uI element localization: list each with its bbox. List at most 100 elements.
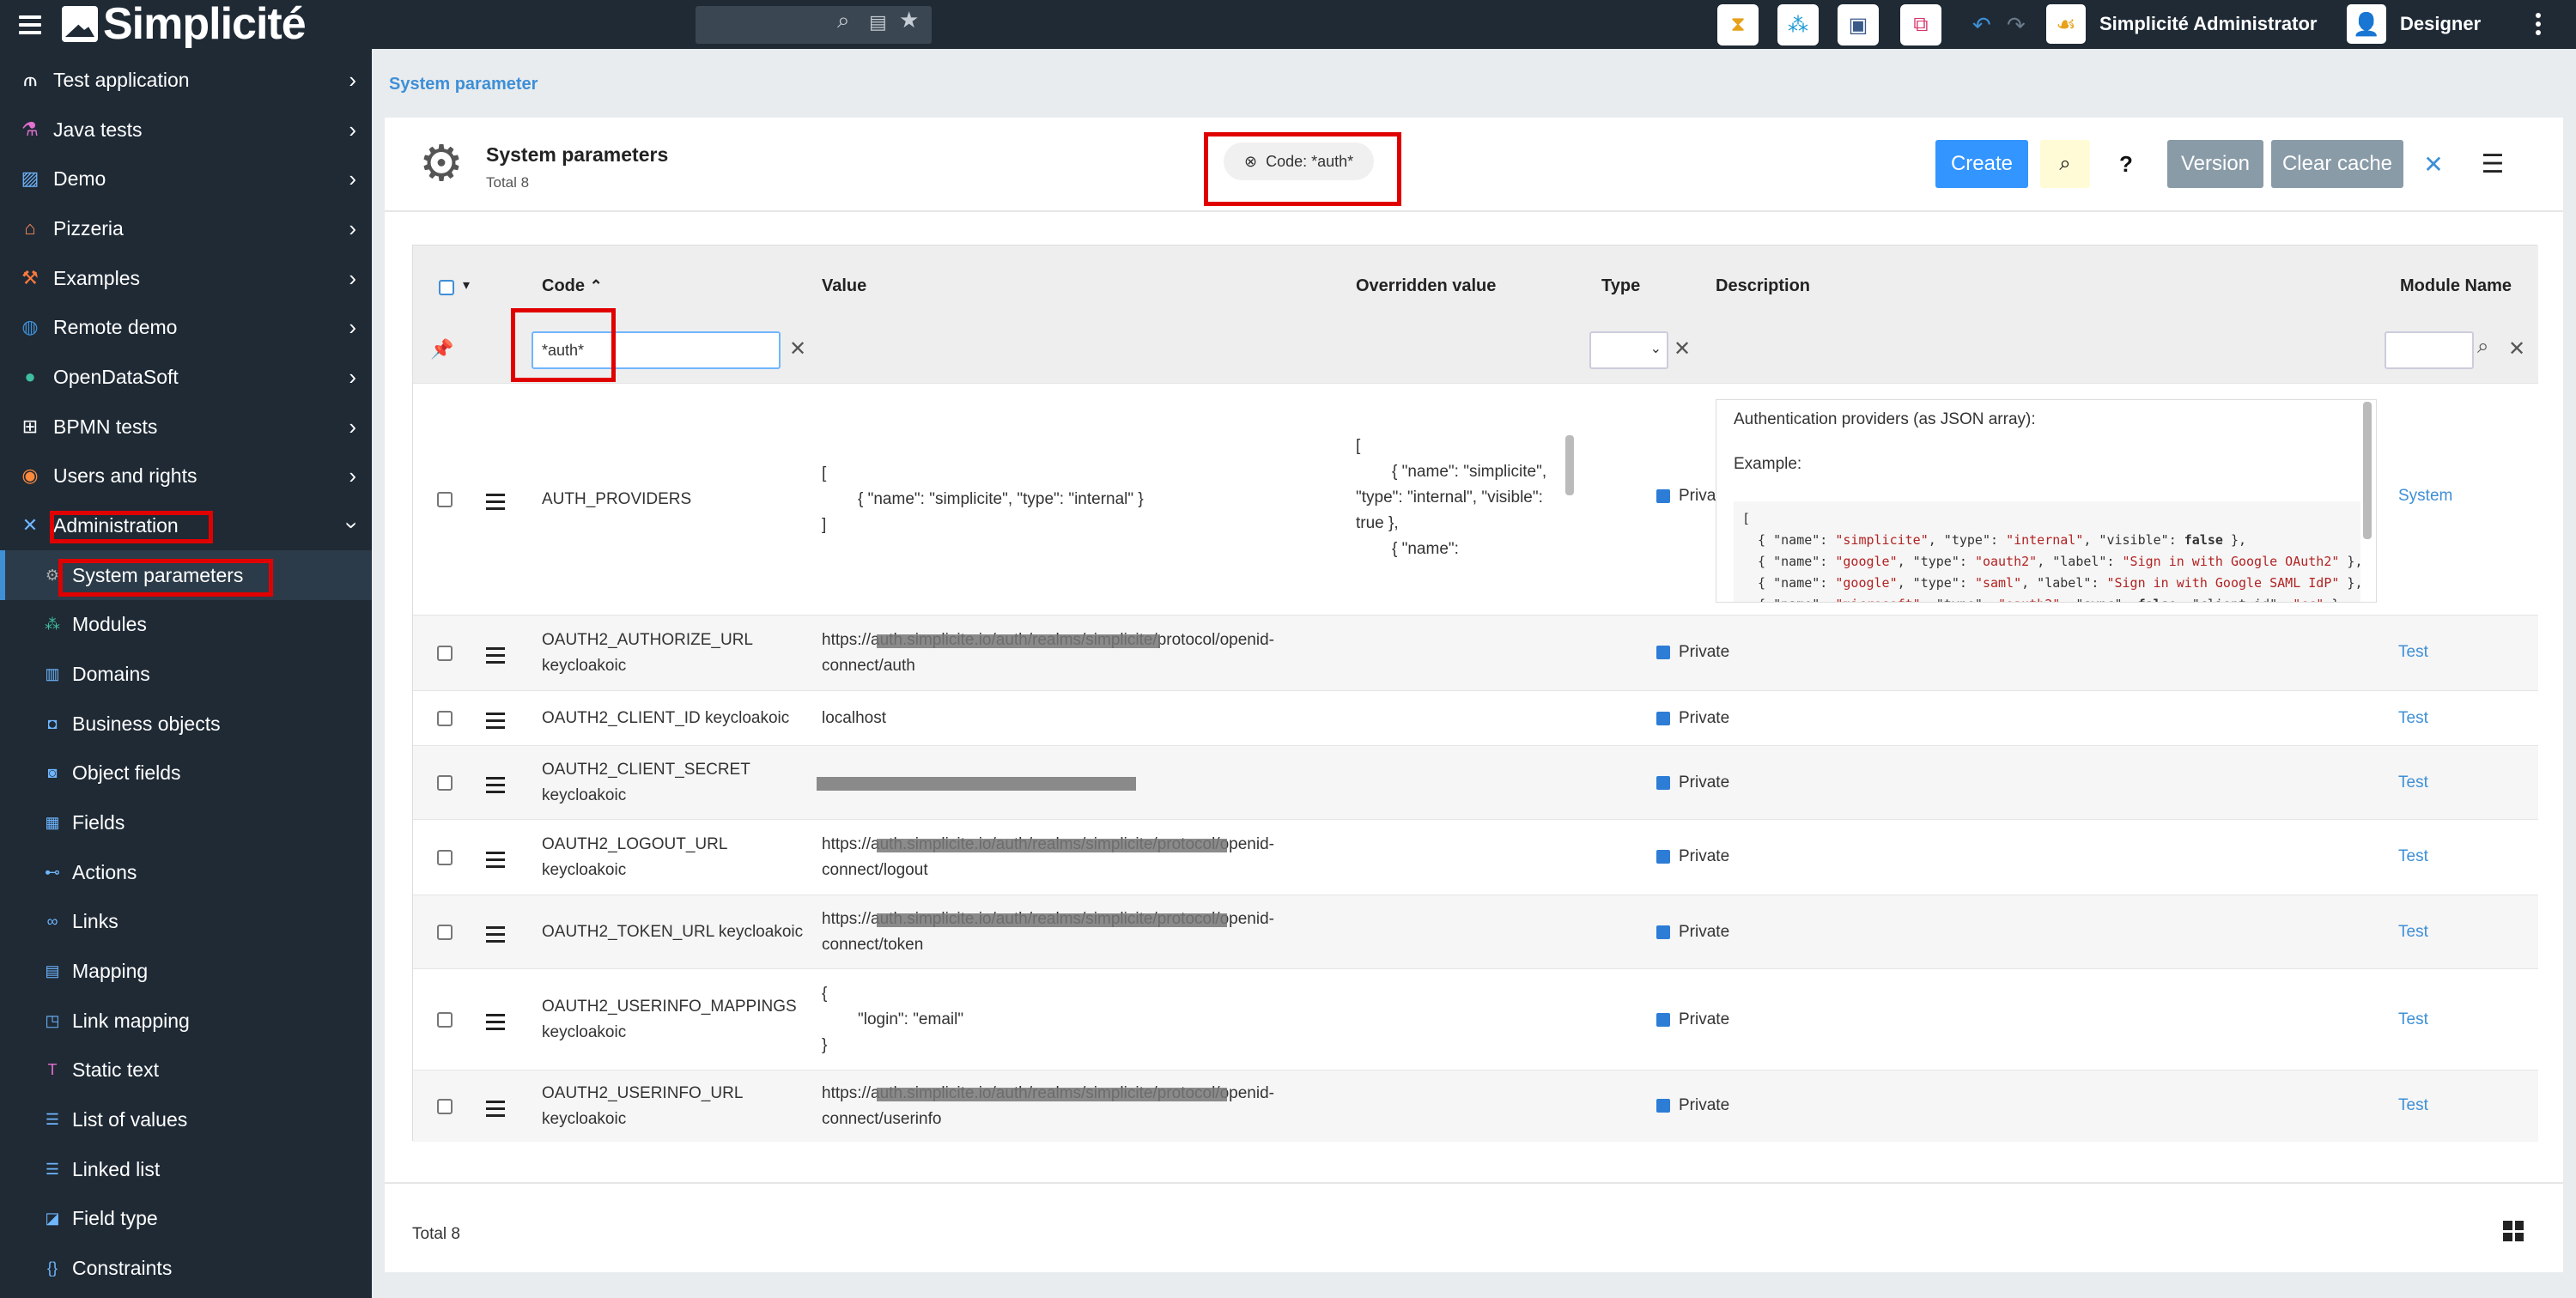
row-menu-icon[interactable] <box>486 926 505 947</box>
sidebar-item-users-and-rights[interactable]: ◉ Users and rights › <box>0 451 372 500</box>
select-dropdown-icon[interactable]: ▾ <box>463 276 470 294</box>
row-checkbox[interactable] <box>437 925 453 940</box>
undo-icon[interactable]: ↶ <box>1972 12 1991 39</box>
sidebar-item-bpmn-tests[interactable]: ⊞ BPMN tests › <box>0 402 372 452</box>
module-link[interactable]: Test <box>2398 1010 2428 1029</box>
sidebar-item-system-parameters[interactable]: ⚙ System parameters <box>0 550 372 600</box>
column-code[interactable]: Code ⌃ <box>542 276 603 296</box>
search-icon[interactable]: ⌕ <box>837 9 850 31</box>
row-checkbox[interactable] <box>437 1099 453 1114</box>
type-filter-select[interactable]: ⌄ <box>1589 331 1668 369</box>
description-scrollbar[interactable] <box>2363 402 2372 539</box>
sidebar-item-administration[interactable]: ✕ Administration › <box>0 500 372 550</box>
global-search-input[interactable] <box>696 6 932 44</box>
row-checkbox[interactable] <box>437 492 453 507</box>
star-icon[interactable]: ★ <box>899 9 919 31</box>
sidebar-item-fields[interactable]: ▦ Fields <box>0 798 372 847</box>
table-row[interactable]: AUTH_PROVIDERS [ { "name": "simplicite",… <box>413 383 2538 615</box>
row-checkbox[interactable] <box>437 711 453 726</box>
menu-toggle-icon[interactable] <box>19 15 41 34</box>
app-logo[interactable]: Simplicité <box>62 2 307 46</box>
column-type[interactable]: Type <box>1601 276 1640 296</box>
module-link[interactable]: Test <box>2398 773 2428 792</box>
calendar-icon[interactable]: ▤ <box>869 11 887 33</box>
diagram-app-icon[interactable]: ⧉ <box>1900 4 1941 45</box>
module-link[interactable]: Test <box>2398 709 2428 728</box>
sidebar-item-java-tests[interactable]: ⚗ Java tests › <box>0 105 372 155</box>
table-row[interactable]: OAUTH2_USERINFO_MAPPINGS keycloakoic {"lo… <box>413 968 2538 1070</box>
pin-icon[interactable]: 📌 <box>430 338 453 361</box>
breadcrumb[interactable]: System parameter <box>389 75 538 94</box>
sidebar-item-link-mapping[interactable]: ◳ Link mapping <box>0 996 372 1046</box>
clear-code-filter-icon[interactable]: ✕ <box>789 337 806 361</box>
clear-cache-button[interactable]: Clear cache <box>2271 140 2403 188</box>
sidebar-item-opendatasoft[interactable]: ● OpenDataSoft › <box>0 352 372 402</box>
user-menu[interactable]: ☙ Simplicité Administrator <box>2046 4 2317 44</box>
search-button[interactable]: ⌕ <box>2040 140 2090 188</box>
module-search-icon[interactable]: ⌕ <box>2477 335 2488 359</box>
clear-type-filter-icon[interactable]: ✕ <box>1674 337 1691 361</box>
sidebar-item-business-objects[interactable]: ◘ Business objects <box>0 699 372 749</box>
monitor-app-icon[interactable]: ▣ <box>1838 4 1879 45</box>
sidebar-item-object-fields[interactable]: ◙ Object fields <box>0 748 372 798</box>
version-button[interactable]: Version <box>2167 140 2263 188</box>
row-checkbox[interactable] <box>437 775 453 791</box>
table-row[interactable]: OAUTH2_USERINFO_URLkeycloakoic https://a… <box>413 1070 2538 1142</box>
row-checkbox[interactable] <box>437 646 453 661</box>
module-filter-input[interactable] <box>2385 331 2474 369</box>
module-link[interactable]: Test <box>2398 1096 2428 1115</box>
table-row[interactable]: OAUTH2_CLIENT_ID keycloakoic localhost P… <box>413 690 2538 745</box>
code-filter-input[interactable]: *auth* <box>532 331 781 369</box>
row-menu-icon[interactable] <box>486 852 505 872</box>
column-overridden-value[interactable]: Overridden value <box>1356 276 1496 296</box>
module-link[interactable]: Test <box>2398 643 2428 662</box>
filter-chip[interactable]: ⊗ Code: *auth* <box>1224 143 1375 180</box>
row-checkbox[interactable] <box>437 1012 453 1028</box>
row-menu-icon[interactable] <box>486 777 505 798</box>
hourglass-app-icon[interactable]: ⧗ <box>1717 4 1759 45</box>
create-button[interactable]: Create <box>1935 140 2028 188</box>
row-menu-icon[interactable] <box>486 494 505 514</box>
sidebar-item-modules[interactable]: ⁂ Modules <box>0 599 372 649</box>
table-row[interactable]: OAUTH2_TOKEN_URL keycloakoic https://aut… <box>413 895 2538 968</box>
sidebar-item-remote-demo[interactable]: ◍ Remote demo › <box>0 302 372 352</box>
select-all-checkbox[interactable] <box>439 280 454 295</box>
column-value[interactable]: Value <box>822 276 866 296</box>
sidebar-item-test-application[interactable]: ⫙ Test application › <box>0 55 372 105</box>
row-menu-icon[interactable] <box>486 647 505 668</box>
module-link[interactable]: Test <box>2398 923 2428 942</box>
clear-module-filter-icon[interactable]: ✕ <box>2508 337 2525 361</box>
table-row[interactable]: OAUTH2_LOGOUT_URLkeycloakoic https://aut… <box>413 819 2538 895</box>
sidebar-item-mapping[interactable]: ▤ Mapping <box>0 946 372 996</box>
table-row[interactable]: OAUTH2_CLIENT_SECRET keycloakoic Private … <box>413 745 2538 819</box>
sidebar-item-demo[interactable]: ▨ Demo › <box>0 154 372 203</box>
scrollbar[interactable] <box>1565 435 1574 495</box>
table-row[interactable]: OAUTH2_AUTHORIZE_URLkeycloakoic https://… <box>413 615 2538 690</box>
column-module-name[interactable]: Module Name <box>2400 276 2512 296</box>
molecule-app-icon[interactable]: ⁂ <box>1777 4 1819 45</box>
grid-view-icon[interactable] <box>2503 1221 2524 1241</box>
sidebar-item-pizzeria[interactable]: ⌂ Pizzeria › <box>0 203 372 253</box>
tools-icon[interactable]: ✕ <box>2412 140 2455 188</box>
sidebar-item-constraints[interactable]: {} Constraints <box>0 1243 372 1293</box>
sidebar-item-field-type[interactable]: ◪ Field type <box>0 1193 372 1243</box>
sidebar-item-list-of-values[interactable]: ☰ List of values <box>0 1095 372 1144</box>
remove-filter-icon[interactable]: ⊗ <box>1244 153 1257 171</box>
module-link[interactable]: System <box>2398 487 2452 506</box>
sidebar-item-actions[interactable]: ⊷ Actions <box>0 847 372 897</box>
row-menu-icon[interactable] <box>486 1101 505 1121</box>
role-menu[interactable]: 👤 Designer <box>2347 4 2481 44</box>
module-link[interactable]: Test <box>2398 847 2428 866</box>
row-menu-icon[interactable] <box>486 713 505 733</box>
row-checkbox[interactable] <box>437 850 453 865</box>
column-description[interactable]: Description <box>1716 276 1810 296</box>
more-options-icon[interactable] <box>2536 13 2543 39</box>
redo-icon[interactable]: ↷ <box>2007 12 2026 39</box>
sidebar-item-linked-list[interactable]: ☰ Linked list <box>0 1144 372 1194</box>
list-menu-icon[interactable]: ☰ <box>2467 140 2518 188</box>
help-button[interactable]: ? <box>2102 140 2150 188</box>
sidebar-item-domains[interactable]: ▥ Domains <box>0 649 372 699</box>
sidebar-item-links[interactable]: ∞ Links <box>0 896 372 946</box>
row-menu-icon[interactable] <box>486 1014 505 1034</box>
sidebar-item-static-text[interactable]: T Static text <box>0 1045 372 1095</box>
